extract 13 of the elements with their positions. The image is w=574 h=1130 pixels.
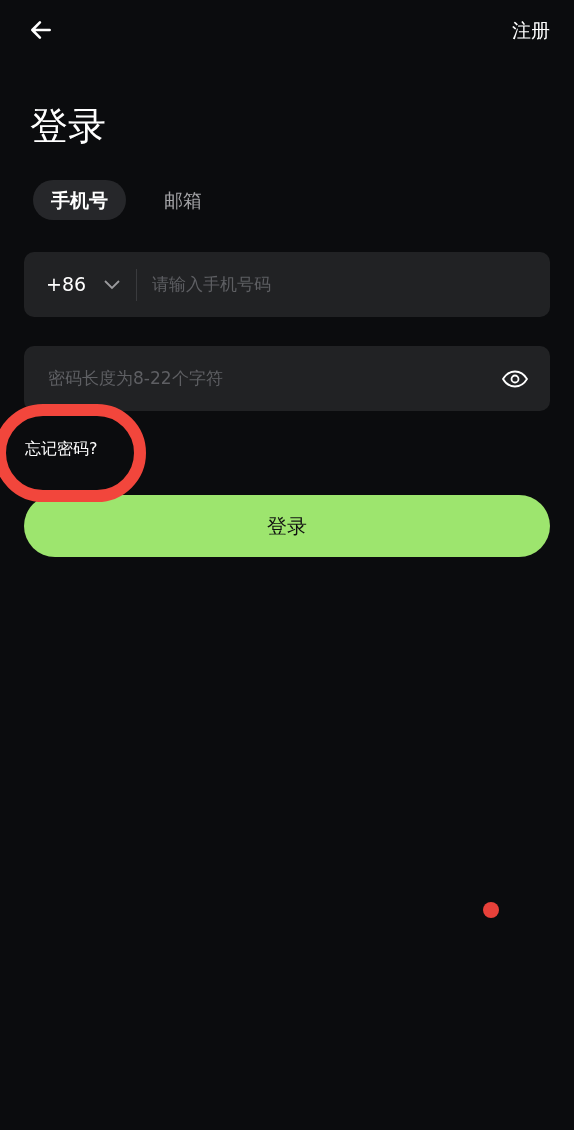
login-method-tab[interactable]: 邮箱 [146, 180, 220, 220]
page-title: 登录 [29, 103, 107, 150]
password-input-field[interactable]: 密码长度为8-22个字符 [24, 346, 550, 411]
phone-input-field[interactable]: +86 请输入手机号码 [24, 252, 550, 317]
chevron-down-icon[interactable] [104, 279, 121, 290]
login-method-tab[interactable]: 手机号 [33, 180, 126, 220]
country-code[interactable]: +86 [46, 270, 87, 299]
eye-icon[interactable] [502, 369, 528, 388]
password-field[interactable]: 密码长度为8-22个字符 [48, 365, 502, 392]
login-button[interactable]: 登录 [24, 495, 550, 557]
register-link[interactable]: 注册 [512, 15, 550, 45]
phone-number-field[interactable]: 请输入手机号码 [152, 271, 528, 298]
forgot-password-link[interactable]: 忘记密码? [25, 439, 98, 458]
